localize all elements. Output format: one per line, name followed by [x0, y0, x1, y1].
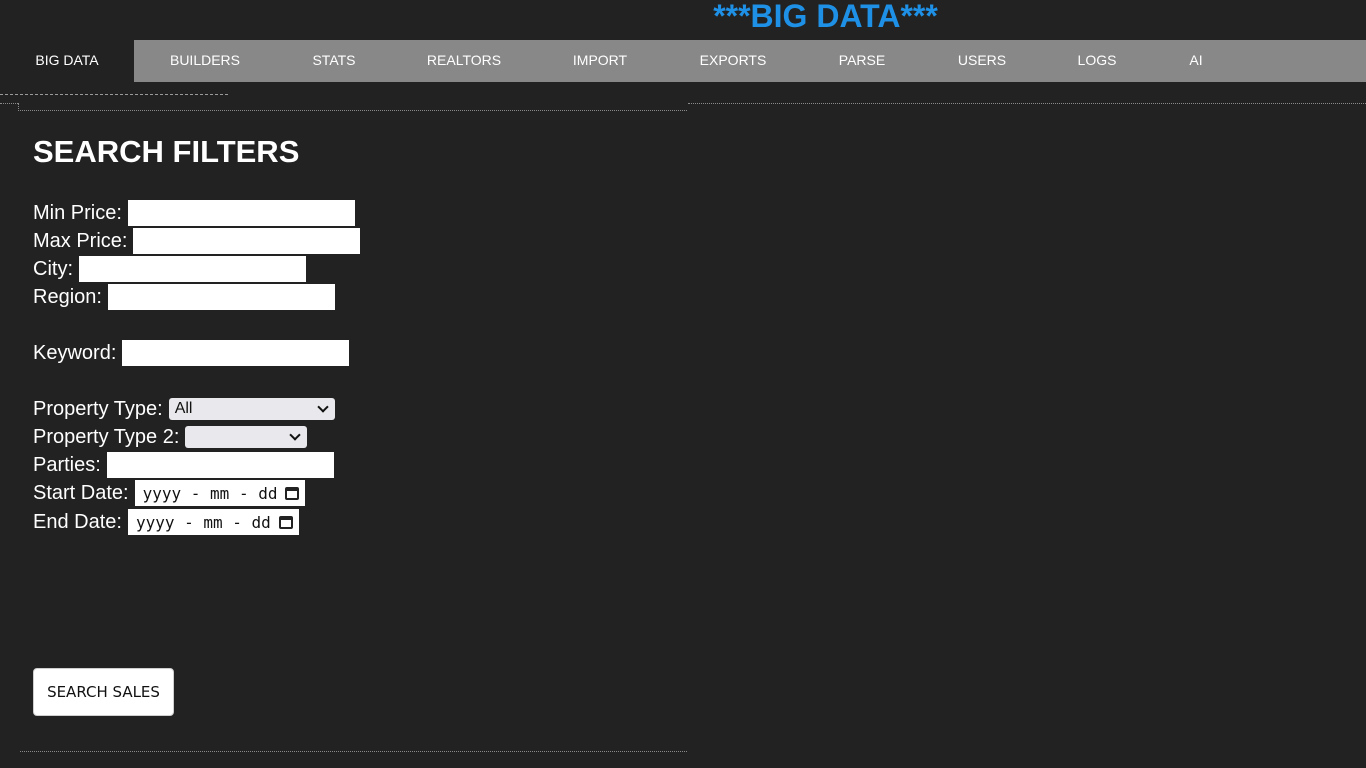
parties-input[interactable]	[106, 452, 334, 478]
property-type-select[interactable]: All	[168, 398, 335, 420]
end-date-label: End Date:	[33, 510, 122, 533]
city-row: City:	[33, 256, 306, 282]
max-price-label: Max Price:	[33, 229, 128, 252]
region-input[interactable]	[107, 284, 335, 310]
property-type-2-row: Property Type 2:	[33, 424, 308, 450]
panel-top-border	[20, 110, 687, 111]
divider	[688, 103, 1366, 104]
parties-row: Parties:	[33, 452, 334, 478]
max-price-input[interactable]	[133, 228, 361, 254]
start-date-input[interactable]: yyyy - mm - dd	[134, 480, 306, 506]
start-date-row: Start Date: yyyy - mm - dd	[33, 480, 306, 506]
min-price-label: Min Price:	[33, 201, 122, 224]
min-price-row: Min Price:	[33, 200, 355, 226]
keyword-label: Keyword:	[33, 341, 117, 364]
search-sales-button[interactable]: SEARCH SALES	[33, 668, 174, 716]
end-date-placeholder: yyyy - mm - dd	[135, 512, 271, 532]
property-type-selected: All	[174, 400, 193, 417]
panel-bottom-border	[20, 751, 687, 752]
divider	[0, 103, 18, 104]
start-date-label: Start Date:	[33, 481, 129, 504]
tab-users[interactable]: USERS	[942, 40, 1022, 82]
city-input[interactable]	[79, 256, 306, 282]
calendar-icon[interactable]	[285, 486, 300, 500]
tab-import[interactable]: IMPORT	[560, 40, 640, 82]
max-price-row: Max Price:	[33, 228, 361, 254]
chevron-down-icon	[317, 401, 329, 413]
parties-label: Parties:	[33, 453, 101, 476]
keyword-input[interactable]	[122, 340, 350, 366]
region-label: Region:	[33, 285, 102, 308]
calendar-icon[interactable]	[278, 515, 293, 529]
filters-heading: SEARCH FILTERS	[33, 134, 300, 169]
tab-logs[interactable]: LOGS	[1067, 40, 1127, 82]
tab-ai[interactable]: AI	[1176, 40, 1216, 82]
start-date-placeholder: yyyy - mm - dd	[142, 483, 278, 503]
keyword-row: Keyword:	[33, 340, 350, 366]
tab-builders[interactable]: BUILDERS	[155, 40, 255, 82]
end-date-input[interactable]: yyyy - mm - dd	[127, 509, 299, 535]
property-type-row: Property Type: All	[33, 396, 335, 422]
app-title: ***BIG DATA***	[713, 0, 938, 34]
main-nav: BIG DATA BUILDERS STATS REALTORS IMPORT …	[0, 40, 1366, 83]
tab-parse[interactable]: PARSE	[822, 40, 902, 82]
tab-realtors[interactable]: REALTORS	[414, 40, 514, 82]
end-date-row: End Date: yyyy - mm - dd	[33, 509, 299, 535]
chevron-down-icon	[289, 429, 302, 441]
city-label: City:	[33, 257, 73, 280]
tab-big-data[interactable]: BIG DATA	[0, 40, 134, 83]
header-divider	[0, 94, 228, 95]
property-type-2-select[interactable]	[185, 426, 308, 448]
property-type-label: Property Type:	[33, 397, 163, 420]
region-row: Region:	[33, 284, 335, 310]
divider	[18, 103, 19, 111]
tab-stats[interactable]: STATS	[294, 40, 374, 82]
tab-exports[interactable]: EXPORTS	[683, 40, 783, 82]
property-type-2-label: Property Type 2:	[33, 425, 180, 448]
min-price-input[interactable]	[127, 200, 355, 226]
